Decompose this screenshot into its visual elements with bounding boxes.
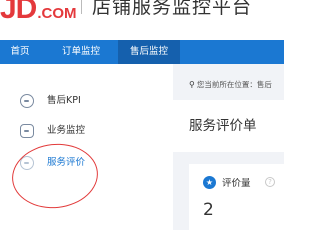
- nav-aftersale-monitor[interactable]: 售后监控: [118, 40, 180, 64]
- app-title: 店铺服务监控平台: [92, 0, 253, 18]
- help-icon[interactable]: ?: [265, 177, 275, 187]
- card-label: 评价量: [222, 178, 251, 189]
- review-count-value: 2: [203, 200, 214, 220]
- breadcrumb-current[interactable]: 售后: [257, 80, 272, 89]
- page-title: 服务评价单: [189, 118, 257, 134]
- location-pin-icon: ⚲: [189, 80, 195, 89]
- review-count-card: ★ 评价量 ? 2: [189, 164, 284, 230]
- jd-logo[interactable]: JD.COM: [0, 0, 77, 26]
- nav-home[interactable]: 首页: [0, 40, 40, 64]
- review-icon: [20, 156, 34, 170]
- nav-order-monitor[interactable]: 订单监控: [52, 40, 110, 64]
- sidebar: 售后KPI 业务监控 服务评价: [0, 64, 173, 230]
- top-header: JD.COM 店铺服务监控平台: [0, 0, 284, 32]
- main-content: ⚲ 您当前所在位置：售后 服务评价单 ★ 评价量 ? 2: [173, 64, 284, 230]
- logo-suffix-text: .COM: [37, 5, 77, 22]
- page-header: 服务评价单: [173, 100, 284, 152]
- sidebar-item-business-monitor[interactable]: 业务监控: [0, 118, 173, 148]
- main-nav: 首页 订单监控 售后监控: [0, 40, 284, 64]
- breadcrumb: ⚲ 您当前所在位置：售后: [189, 79, 272, 90]
- logo-main-text: JD: [0, 0, 37, 25]
- star-badge-icon: ★: [203, 176, 216, 189]
- header-divider: [81, 0, 82, 14]
- sidebar-item-kpi[interactable]: 售后KPI: [0, 88, 173, 118]
- sidebar-item-label: 售后KPI: [47, 95, 81, 106]
- monitor-icon: [20, 124, 34, 138]
- kpi-icon: [20, 94, 34, 108]
- sidebar-item-label: 服务评价: [47, 157, 86, 168]
- sidebar-item-service-review[interactable]: 服务评价: [0, 150, 173, 180]
- sidebar-item-label: 业务监控: [47, 125, 86, 136]
- breadcrumb-prefix: 您当前所在位置：: [196, 80, 257, 89]
